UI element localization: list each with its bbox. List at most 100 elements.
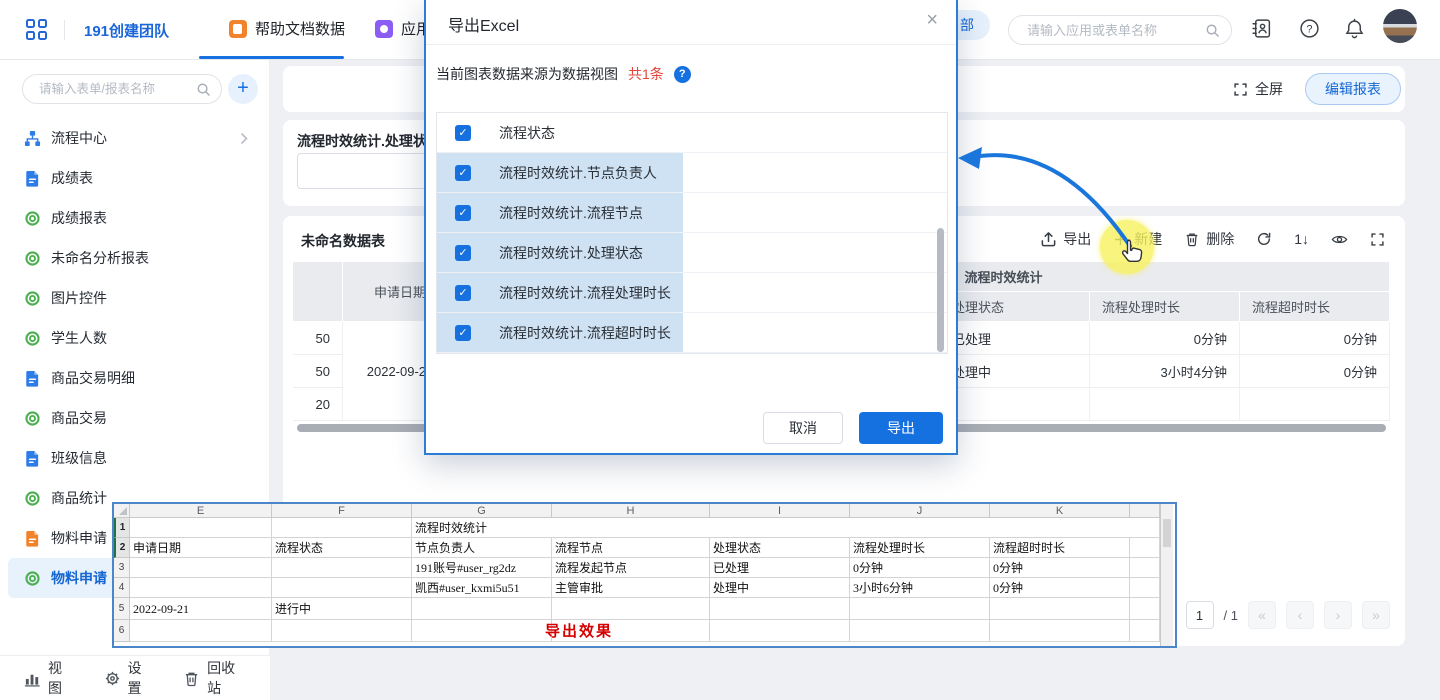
- excel-cell: 0分钟: [990, 558, 1130, 578]
- excel-cell: 节点负责人: [412, 538, 552, 558]
- sidebar-item-label: 成绩表: [51, 168, 93, 188]
- sidebar-item[interactable]: 未命名分析报表: [8, 238, 262, 278]
- expand-table-button[interactable]: [1370, 232, 1385, 247]
- cancel-button[interactable]: 取消: [763, 412, 843, 444]
- sidebar-search[interactable]: [22, 74, 222, 104]
- prev-page-button[interactable]: ‹: [1286, 601, 1314, 629]
- list-scrollbar-thumb[interactable]: [937, 228, 944, 352]
- checkbox-checked[interactable]: ✓: [455, 285, 471, 301]
- contacts-icon[interactable]: [1251, 18, 1273, 40]
- data-source-text: 当前图表数据来源为数据视图: [436, 64, 618, 84]
- table-cell: [1240, 388, 1390, 421]
- sidebar-item[interactable]: 商品交易: [8, 398, 262, 438]
- footer-item-views[interactable]: 视图: [24, 658, 74, 698]
- excel-cell: [990, 620, 1130, 642]
- form-icon: [24, 450, 41, 467]
- search-icon: [196, 82, 211, 97]
- sidebar-item-label: 图片控件: [51, 288, 107, 308]
- sidebar-search-input[interactable]: [37, 75, 193, 103]
- export-result-annotation: 导出效果: [545, 620, 675, 641]
- checkbox-checked[interactable]: ✓: [455, 205, 471, 221]
- excel-export-preview: EFGHIJK123456流程时效统计申请日期流程状态节点负责人流程节点处理状态…: [112, 502, 1177, 648]
- export-field-row[interactable]: ✓流程时效统计.流程超时时长: [437, 313, 947, 353]
- excel-cell: 流程节点: [552, 538, 710, 558]
- delete-button[interactable]: 删除: [1184, 229, 1234, 249]
- help-icon[interactable]: ?: [1299, 18, 1321, 40]
- visibility-button[interactable]: [1331, 231, 1348, 248]
- excel-cell: 流程超时时长: [990, 538, 1130, 558]
- excel-cell: 191账号#user_rg2dz: [412, 558, 552, 578]
- excel-cell: [710, 620, 850, 642]
- form-icon: [24, 530, 41, 547]
- checkbox-checked[interactable]: ✓: [455, 165, 471, 181]
- help-circle-icon[interactable]: ?: [674, 66, 691, 83]
- table-header-cell: [293, 262, 343, 322]
- export-excel-dialog: 导出Excel × 当前图表数据来源为数据视图 共1条 ? ✓流程状态✓流程时效…: [424, 0, 958, 455]
- workflow-icon: [24, 130, 41, 147]
- user-avatar[interactable]: [1383, 9, 1417, 43]
- refresh-button[interactable]: [1256, 231, 1272, 247]
- sidebar-item[interactable]: 班级信息: [8, 438, 262, 478]
- excel-cell: 申请日期: [130, 538, 272, 558]
- notification-bell-icon[interactable]: [1344, 18, 1366, 40]
- checkbox-checked[interactable]: ✓: [455, 125, 471, 141]
- sidebar-item-label: 成绩报表: [51, 208, 107, 228]
- checkbox-checked[interactable]: ✓: [455, 325, 471, 341]
- export-field-row[interactable]: ✓ 流程时效统计.处理状态: [437, 233, 947, 273]
- team-name-link[interactable]: 191创建团队: [84, 20, 169, 41]
- excel-cell: 主管审批: [552, 578, 710, 598]
- checkbox-checked[interactable]: ✓: [455, 245, 471, 261]
- export-field-row[interactable]: ✓ 流程时效统计.流程处理时长: [437, 273, 947, 313]
- workbench-grid-icon[interactable]: [26, 19, 48, 41]
- svg-text:?: ?: [1306, 23, 1312, 35]
- sidebar-item[interactable]: 图片控件: [8, 278, 262, 318]
- export-field-list: ✓流程状态✓流程时效统计.节点负责人✓流程时效统计.流程节点✓流程时效统计.处理…: [436, 112, 948, 354]
- excel-cell: 流程处理时长: [850, 538, 990, 558]
- export-field-row[interactable]: ✓ 流程时效统计.流程节点: [437, 193, 947, 233]
- excel-cell: [412, 620, 552, 642]
- sort-button[interactable]: 1↓: [1294, 231, 1309, 247]
- excel-cell: 0分钟: [990, 578, 1130, 598]
- global-search-input[interactable]: [1025, 16, 1205, 44]
- sidebar-item[interactable]: 流程中心: [8, 118, 262, 158]
- footer-item-settings[interactable]: 设置: [104, 658, 154, 698]
- close-icon[interactable]: ×: [926, 10, 938, 30]
- field-label: 流程时效统计.流程节点: [499, 203, 643, 223]
- sidebar-item[interactable]: 成绩报表: [8, 198, 262, 238]
- edit-report-button[interactable]: 编辑报表: [1305, 73, 1401, 105]
- sidebar-item[interactable]: 商品交易明细: [8, 358, 262, 398]
- next-page-button[interactable]: ›: [1324, 601, 1352, 629]
- last-page-button[interactable]: »: [1362, 601, 1390, 629]
- table-header-cell: 处理状态: [940, 292, 1090, 322]
- sidebar-item[interactable]: 成绩表: [8, 158, 262, 198]
- field-label: 流程时效统计.流程处理时长: [499, 283, 671, 303]
- excel-cell: [130, 518, 272, 538]
- tab-help-doc-data[interactable]: 帮助文档数据: [229, 18, 345, 39]
- excel-cell: 进行中: [272, 598, 412, 620]
- excel-cell: [990, 598, 1130, 620]
- export-field-row[interactable]: ✓流程状态: [437, 113, 947, 153]
- excel-column-header: J: [850, 504, 990, 518]
- footer-item-recycle-bin[interactable]: 回收站: [183, 658, 246, 698]
- export-field-row[interactable]: ✓流程时效统计.节点负责人: [437, 153, 947, 193]
- page-number-input[interactable]: 1: [1186, 601, 1214, 629]
- global-search[interactable]: [1008, 15, 1232, 45]
- pagination: 1 / 1 « ‹ › »: [1186, 600, 1390, 630]
- fullscreen-button[interactable]: 全屏: [1233, 79, 1283, 99]
- excel-cell: [130, 558, 272, 578]
- chevron-right-icon: [240, 132, 248, 145]
- field-label: 流程时效统计.处理状态: [499, 243, 643, 263]
- excel-cell: 0分钟: [850, 558, 990, 578]
- sidebar-item[interactable]: 学生人数: [8, 318, 262, 358]
- first-page-button[interactable]: «: [1248, 601, 1276, 629]
- excel-cell: 流程状态: [272, 538, 412, 558]
- trash-icon: [183, 670, 200, 687]
- export-confirm-button[interactable]: 导出: [859, 412, 943, 444]
- excel-cell: [272, 518, 412, 538]
- add-form-button[interactable]: +: [228, 74, 258, 104]
- tab-app[interactable]: 应用: [375, 18, 431, 39]
- export-button[interactable]: 导出: [1040, 229, 1091, 249]
- excel-cell: [850, 620, 990, 642]
- report-icon: [24, 330, 41, 347]
- excel-cell: [130, 578, 272, 598]
